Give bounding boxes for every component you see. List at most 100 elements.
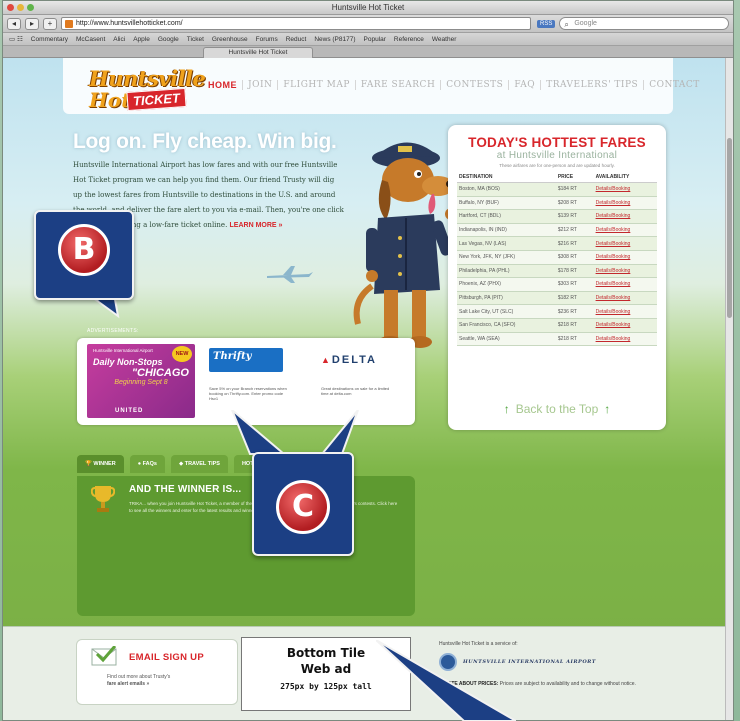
- bookmark-item[interactable]: Alici: [113, 36, 125, 43]
- nav-home[interactable]: HOME: [203, 80, 243, 90]
- bookmark-item[interactable]: Reduct: [286, 36, 307, 43]
- winner-title: AND THE WINNER IS...: [129, 484, 242, 495]
- booking-link[interactable]: Details/Booking: [593, 223, 657, 238]
- back-button[interactable]: ◂: [7, 17, 21, 30]
- table-row: Hartford, CT (BDL) $139 RT Details/Booking: [457, 209, 657, 224]
- delta-brand: DELTA: [331, 354, 377, 366]
- callout-c-badge: C: [276, 480, 330, 534]
- trophy-icon: [91, 486, 115, 512]
- zoom-window-button[interactable]: [27, 4, 34, 11]
- booking-link[interactable]: Details/Booking: [593, 236, 657, 251]
- ad1-city: "CHICAGO: [131, 367, 189, 379]
- fares-subtitle: at Huntsville International: [496, 150, 618, 161]
- booking-link[interactable]: Details/Booking: [593, 277, 657, 292]
- bookmark-item[interactable]: Google: [158, 36, 179, 43]
- delta-ad[interactable]: ▲DELTA: [321, 354, 377, 366]
- thrifty-ad-text: Save 5% on your Branch reservations when…: [209, 386, 287, 401]
- booking-link[interactable]: Details/Booking: [593, 182, 657, 197]
- learn-more-link[interactable]: LEARN MORE »: [230, 222, 283, 229]
- bookmark-item[interactable]: Ticket: [187, 36, 204, 43]
- envelope-check-icon: [91, 646, 117, 666]
- booking-link[interactable]: Details/Booking: [593, 196, 657, 211]
- booking-link[interactable]: Details/Booking: [593, 250, 657, 265]
- callout-b: B: [34, 210, 144, 320]
- bookmark-item[interactable]: Commentary: [31, 36, 68, 43]
- tips-icon: ◆: [178, 461, 184, 467]
- nav-fare-search[interactable]: FARE SEARCH: [356, 80, 442, 90]
- bookmark-item[interactable]: Forums: [256, 36, 278, 43]
- booking-link[interactable]: Details/Booking: [593, 291, 657, 306]
- search-input[interactable]: ⌕ Google: [559, 17, 729, 30]
- nav-travelers-tips[interactable]: TRAVELERS' TIPS: [541, 80, 645, 90]
- nav-join[interactable]: JOIN: [243, 80, 279, 90]
- bookmark-item[interactable]: Greenhouse: [212, 36, 248, 43]
- browser-tab[interactable]: Huntsville Hot Ticket: [203, 47, 313, 58]
- back-to-top-label: Back to the Top: [515, 402, 599, 416]
- forward-button[interactable]: ▸: [25, 17, 39, 30]
- trusty-mascot-illustration: [353, 142, 457, 348]
- trophy-icon: 🏆: [85, 461, 92, 467]
- bookmark-item[interactable]: Weather: [432, 36, 456, 43]
- email-signup-link[interactable]: fare alert emails »: [107, 681, 149, 687]
- site-logo[interactable]: Huntsville Hot TICKET: [89, 66, 206, 122]
- close-window-button[interactable]: [7, 4, 14, 11]
- price-cell: $184 RT: [555, 182, 594, 197]
- nav-faq[interactable]: FAQ: [509, 80, 542, 90]
- united-chicago-ad[interactable]: Huntsville International Airport Daily N…: [87, 344, 195, 418]
- bookmarks-bar: ▭ ☷ Commentary McCasent Alici Apple Goog…: [3, 33, 733, 46]
- booking-link[interactable]: Details/Booking: [593, 209, 657, 224]
- tab-faqs[interactable]: ● FAQs: [129, 455, 165, 473]
- add-bookmark-button[interactable]: +: [43, 17, 57, 30]
- price-cell: $308 RT: [555, 250, 594, 265]
- callout-pointer-bottom: [376, 640, 516, 721]
- destination-cell: Buffalo, NY (BUF): [457, 196, 556, 211]
- browser-window: Huntsville Hot Ticket ◂ ▸ + http://www.h…: [2, 0, 734, 721]
- callout-c: C: [230, 410, 390, 570]
- up-arrow-icon: ↑: [503, 402, 510, 416]
- scrollbar-thumb[interactable]: [727, 138, 732, 318]
- tab-winner-label: WINNER: [93, 461, 116, 467]
- bookmark-item[interactable]: Popular: [364, 36, 386, 43]
- bookmark-item[interactable]: McCasent: [76, 36, 105, 43]
- booking-link[interactable]: Details/Booking: [593, 304, 657, 319]
- price-cell: $218 RT: [555, 318, 594, 333]
- destination-cell: Indianapolis, IN (IND): [457, 223, 556, 238]
- tab-travel-tips[interactable]: ◆ TRAVEL TIPS: [170, 455, 228, 473]
- minimize-window-button[interactable]: [17, 4, 24, 11]
- destination-cell: Hartford, CT (BDL): [457, 209, 556, 224]
- table-row: Philadelphia, PA (PHL) $178 RT Details/Boo…: [457, 264, 657, 279]
- nav-contests[interactable]: CONTESTS: [441, 80, 510, 90]
- price-cell: $218 RT: [555, 332, 594, 347]
- email-signup-box[interactable]: EMAIL SIGN UP Find out more about Trusty…: [76, 639, 238, 705]
- page-headline: Log on. Fly cheap. Win big.: [73, 130, 337, 153]
- tab-winner[interactable]: 🏆 WINNER: [77, 455, 124, 473]
- table-row: Indianapolis, IN (IND) $212 RT Details/Boo…: [457, 223, 657, 238]
- price-note-text: Prices are subject to availability and t…: [499, 681, 636, 687]
- ads-label: ADVERTISEMENTS:: [87, 328, 139, 334]
- vertical-scrollbar[interactable]: [725, 58, 733, 720]
- search-icon: ⌕: [564, 20, 569, 29]
- bookmarks-book-icon[interactable]: ▭ ☷: [9, 35, 23, 43]
- table-row: New York, JFK, NY (JFK) $308 RT Details/Bo…: [457, 250, 657, 265]
- bookmark-item[interactable]: Reference: [394, 36, 424, 43]
- booking-link[interactable]: Details/Booking: [593, 264, 657, 279]
- table-row: Seattle, WA (SEA) $218 RT Details/Booking: [457, 332, 657, 347]
- bookmark-item[interactable]: News (P8177): [314, 36, 355, 43]
- rss-button[interactable]: RSS: [537, 19, 556, 28]
- callout-b-badge: B: [58, 224, 110, 276]
- booking-link[interactable]: Details/Booking: [593, 318, 657, 333]
- up-arrow-icon: ↑: [604, 402, 611, 416]
- price-cell: $236 RT: [555, 304, 594, 319]
- title-bar: Huntsville Hot Ticket: [3, 1, 733, 15]
- thrifty-ad[interactable]: Thrifty: [209, 348, 283, 372]
- address-bar[interactable]: http://www.huntsvillehotticket.com/: [61, 17, 531, 30]
- booking-link[interactable]: Details/Booking: [593, 332, 657, 347]
- table-row: Phoenix, AZ (PHX) $303 RT Details/Booking: [457, 277, 657, 292]
- table-row: Pittsburgh, PA (PIT) $182 RT Details/Booki…: [457, 291, 657, 306]
- favicon-icon: [65, 20, 73, 28]
- nav-flight-map[interactable]: FLIGHT MAP: [278, 80, 356, 90]
- nav-contact[interactable]: CONTACT: [644, 80, 705, 90]
- back-to-top-link[interactable]: ↑ Back to the Top ↑: [448, 402, 666, 416]
- delta-ad-text: Great destinations on sale for a limited…: [321, 386, 390, 396]
- bookmark-item[interactable]: Apple: [133, 36, 150, 43]
